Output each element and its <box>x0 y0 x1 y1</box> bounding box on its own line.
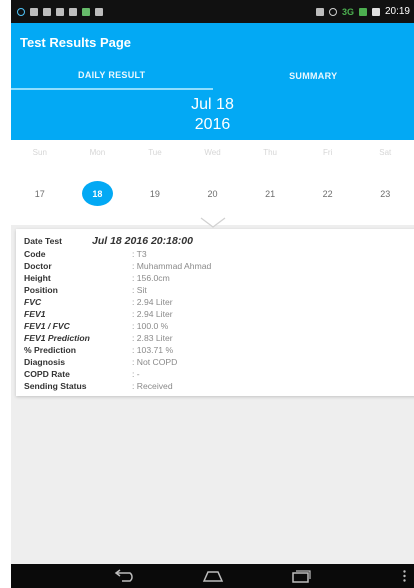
result-label: Code <box>24 249 46 259</box>
result-row: COPD Rate : - <box>24 368 414 380</box>
result-label: Diagnosis <box>24 357 66 367</box>
result-value: : Sit <box>132 285 147 295</box>
message-icon <box>69 7 77 16</box>
tab-bar: DAILY RESULT SUMMARY <box>11 61 414 90</box>
result-label: FEV1 <box>24 309 46 319</box>
result-value: : Not COPD <box>132 357 178 367</box>
result-value: : T3 <box>132 249 147 259</box>
weekday-name: Mon <box>89 148 106 157</box>
result-row: Code : T3 <box>24 248 414 260</box>
day-20[interactable]: 20 <box>198 182 228 206</box>
clock: 20:19 <box>384 6 410 17</box>
result-label: Height <box>24 273 51 283</box>
sync-icon <box>328 7 337 16</box>
day-19[interactable]: 19 <box>140 182 170 206</box>
day-23[interactable]: 23 <box>370 182 400 206</box>
square-icon <box>95 7 103 16</box>
notification-icon <box>30 7 38 16</box>
tab-summary[interactable]: SUMMARY <box>213 61 414 90</box>
result-label: FVC <box>24 297 42 307</box>
device-screen: 3G 20:19 Test Results Page DAILY RESULT … <box>11 0 414 588</box>
chevron-down-icon[interactable] <box>200 217 226 229</box>
day-22[interactable]: 22 <box>313 182 343 206</box>
weekday-name: Sat <box>379 148 392 157</box>
result-value: : Received <box>132 381 173 391</box>
navigation-bar <box>11 564 414 588</box>
day-numbers-row: 17 18 19 20 21 22 23 <box>11 181 414 206</box>
result-date-value: Jul 18 2016 20:18:00 <box>92 235 193 247</box>
result-label: FEV1 / FVC <box>24 321 70 331</box>
weekday-name: Fri <box>323 148 333 157</box>
selected-year: 2016 <box>194 116 231 133</box>
result-label: Sending Status <box>24 381 87 391</box>
network-type: 3G <box>341 6 354 17</box>
weekday-name: Wed <box>204 148 221 157</box>
result-value: : 2.83 Liter <box>132 333 173 343</box>
result-row: Sending Status : Received <box>24 380 414 392</box>
result-row: % Prediction : 103.71 % <box>24 344 414 356</box>
result-row: Position : Sit <box>24 284 414 296</box>
result-label: Position <box>24 285 58 295</box>
weekday-names-row: Sun Mon Tue Wed Thu Fri Sat <box>11 148 414 157</box>
result-value: : 2.94 Liter <box>132 297 173 307</box>
signal-icon <box>358 7 367 16</box>
week-calendar: Sun Mon Tue Wed Thu Fri Sat 17 18 19 20 … <box>11 140 414 228</box>
day-18-selected[interactable]: 18 <box>81 181 113 206</box>
result-row: FEV1 Prediction : 2.83 Liter <box>24 332 414 344</box>
weekday-name: Sun <box>32 148 47 157</box>
status-left-icons <box>17 7 103 16</box>
app-notification-icon <box>17 7 25 16</box>
image-icon <box>56 7 64 16</box>
result-value: : 100.0 % <box>132 321 169 331</box>
result-card: Date Test Jul 18 2016 20:18:00 Code: T3 … <box>16 229 414 396</box>
result-value: : 156.0cm <box>132 273 170 283</box>
tab-daily-result[interactable]: DAILY RESULT <box>11 61 213 90</box>
android-icon <box>82 7 90 16</box>
gallery-icon <box>43 7 51 16</box>
vibrate-icon <box>315 7 324 16</box>
weekday-name: Tue <box>148 148 162 157</box>
recents-icon[interactable] <box>289 569 313 583</box>
selected-month-day: Jul 18 <box>191 96 234 113</box>
result-value: : - <box>132 369 140 379</box>
app-bar: Test Results Page <box>11 23 414 61</box>
status-bar: 3G 20:19 <box>11 0 414 23</box>
result-label: COPD Rate <box>24 369 70 379</box>
result-row: Height : 156.0cm <box>24 272 414 284</box>
result-row: FEV1 : 2.94 Liter <box>24 308 414 320</box>
status-right-icons: 3G 20:19 <box>315 6 410 17</box>
result-value: : Muhammad Ahmad <box>132 261 212 271</box>
result-row: Diagnosis : Not COPD <box>24 356 414 368</box>
back-icon[interactable] <box>113 569 137 583</box>
result-label: FEV1 Prediction <box>24 333 90 343</box>
battery-icon <box>371 7 380 16</box>
day-17[interactable]: 17 <box>25 182 55 206</box>
day-21[interactable]: 21 <box>255 182 285 206</box>
weekday-name: Thu <box>263 148 277 157</box>
result-value: : 2.94 Liter <box>132 309 173 319</box>
date-header: Jul 18 2016 <box>11 90 414 140</box>
result-label: Doctor <box>24 261 52 271</box>
result-row: Doctor : Muhammad Ahmad <box>24 260 414 272</box>
overflow-menu-icon[interactable] <box>403 570 406 582</box>
result-label: % Prediction <box>24 345 77 355</box>
page-title: Test Results Page <box>20 34 132 50</box>
result-value: : 103.71 % <box>132 345 174 355</box>
result-row: FEV1 / FVC : 100.0 % <box>24 320 414 332</box>
screen-margin <box>0 0 11 588</box>
result-row-date: Date Test Jul 18 2016 20:18:00 <box>24 234 414 248</box>
home-icon[interactable] <box>201 569 225 583</box>
result-row: FVC : 2.94 Liter <box>24 296 414 308</box>
